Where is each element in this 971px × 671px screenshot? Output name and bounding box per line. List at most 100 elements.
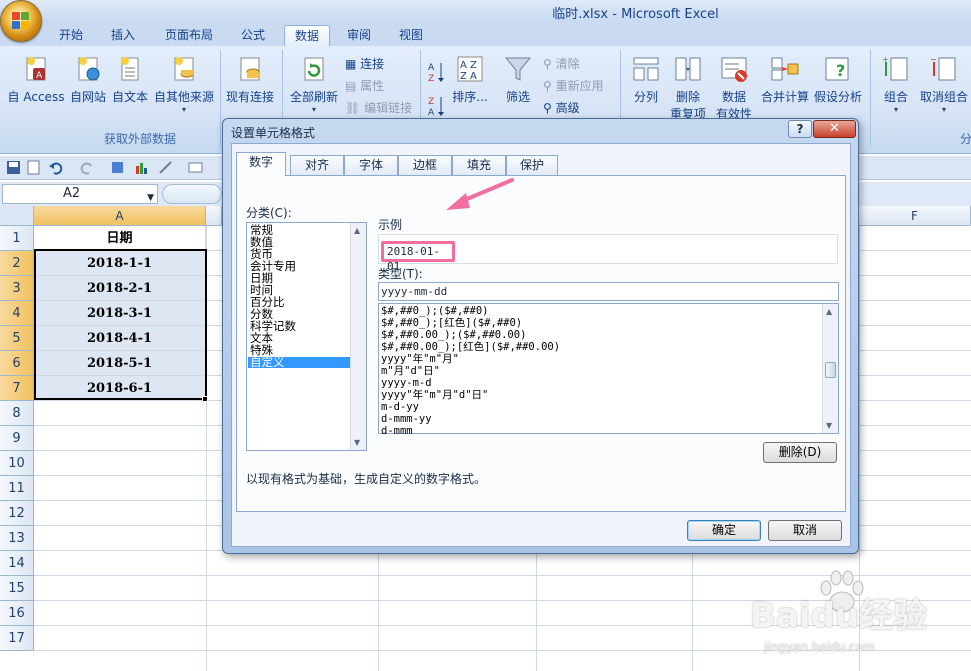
name-box[interactable]: A2 ▼ bbox=[2, 184, 158, 204]
ungroup-button[interactable]: − 取消组合 ▾ bbox=[918, 54, 970, 114]
tab-page-layout[interactable]: 页面布局 bbox=[154, 25, 224, 46]
connections-button[interactable]: ▦ 连接 bbox=[345, 55, 384, 72]
row-header-11[interactable]: 11 bbox=[0, 476, 34, 501]
from-text-button[interactable]: 自文本 bbox=[110, 54, 150, 105]
office-button[interactable] bbox=[0, 0, 42, 42]
row-header-4[interactable]: 4 bbox=[0, 301, 34, 326]
scroll-down-icon[interactable]: ▼ bbox=[354, 438, 360, 447]
undo-icon[interactable] bbox=[48, 160, 63, 175]
remove-duplicates-label-2: 重复项 bbox=[669, 107, 706, 118]
delete-format-button[interactable]: 删除(D) bbox=[763, 442, 837, 463]
group-label: 组合 bbox=[883, 90, 908, 104]
type-scrollbar[interactable]: ▲ ▼ bbox=[822, 304, 838, 433]
remove-duplicates-button[interactable]: 删除 重复项 bbox=[668, 54, 708, 118]
refresh-all-button[interactable]: 全部刷新 ▾ bbox=[287, 54, 341, 114]
filter-button[interactable]: 筛选 bbox=[500, 54, 536, 105]
close-button[interactable]: ✕ bbox=[813, 120, 856, 138]
tab-insert[interactable]: 插入 bbox=[100, 25, 146, 46]
scroll-thumb[interactable] bbox=[825, 362, 836, 378]
redo-icon[interactable] bbox=[80, 160, 95, 175]
what-if-button[interactable]: ? 假设分析 bbox=[812, 54, 864, 105]
column-header-f[interactable]: F bbox=[859, 206, 971, 226]
tab-view[interactable]: 视图 bbox=[388, 25, 434, 46]
save-icon[interactable] bbox=[6, 160, 21, 175]
select-all-corner[interactable] bbox=[0, 206, 34, 226]
row-header-12[interactable]: 12 bbox=[0, 501, 34, 526]
title-bar: 临时.xlsx - Microsoft Excel bbox=[0, 0, 971, 22]
cell-a1[interactable]: 日期 bbox=[34, 226, 206, 251]
row-header-3[interactable]: 3 bbox=[0, 276, 34, 301]
from-text-label: 自文本 bbox=[111, 90, 148, 104]
scroll-up-icon[interactable]: ▲ bbox=[826, 307, 832, 316]
row-header-14[interactable]: 14 bbox=[0, 551, 34, 576]
type-list[interactable]: $#,##0_);($#,##0) $#,##0_);[红色]($#,##0) $#… bbox=[378, 303, 839, 437]
row-header-1[interactable]: 1 bbox=[0, 226, 34, 251]
chart-icon[interactable] bbox=[134, 160, 149, 175]
row-header-5[interactable]: 5 bbox=[0, 326, 34, 351]
row-header-10[interactable]: 10 bbox=[0, 451, 34, 476]
new-document-icon[interactable] bbox=[26, 160, 41, 175]
clear-button[interactable]: ⚲ 清除 bbox=[543, 55, 580, 72]
tab-formulas[interactable]: 公式 bbox=[230, 25, 276, 46]
from-access-button[interactable]: A 自 Access bbox=[6, 54, 66, 105]
scroll-down-icon[interactable]: ▼ bbox=[826, 421, 832, 430]
sample-box: 2018-01-01 bbox=[378, 234, 838, 273]
row-header-2[interactable]: 2 bbox=[0, 251, 34, 276]
tab-protection[interactable]: 保护 bbox=[506, 155, 558, 175]
row-header-17[interactable]: 17 bbox=[0, 626, 34, 651]
type-input[interactable]: yyyy-mm-dd bbox=[378, 282, 839, 301]
tab-fill[interactable]: 填充 bbox=[452, 155, 506, 175]
edit-links-button[interactable]: ⛓ 编辑链接 bbox=[345, 99, 412, 116]
ok-button[interactable]: 确定 bbox=[687, 520, 761, 541]
data-validation-button[interactable]: 数据 有效性 bbox=[712, 54, 756, 118]
row-header-16[interactable]: 16 bbox=[0, 601, 34, 626]
tab-data[interactable]: 数据 bbox=[284, 25, 330, 46]
fill-handle[interactable] bbox=[202, 396, 208, 402]
sort-ascending-button[interactable]: AZ bbox=[428, 60, 446, 86]
cancel-button[interactable]: 取消 bbox=[768, 520, 842, 541]
existing-connections-button[interactable]: 现有连接 bbox=[224, 54, 276, 105]
svg-text:Z A: Z A bbox=[460, 71, 477, 82]
sort-asc-icon: AZ bbox=[428, 63, 444, 84]
category-scrollbar[interactable]: ▲ ▼ bbox=[350, 223, 366, 450]
help-button[interactable]: ? bbox=[788, 120, 812, 138]
formula-bar-handle[interactable] bbox=[162, 184, 222, 204]
sort-descending-button[interactable]: ZA bbox=[428, 94, 446, 121]
properties-button[interactable]: ▤ 属性 bbox=[345, 77, 384, 94]
from-other-sources-button[interactable]: 自其他来源 ▾ bbox=[152, 54, 216, 114]
sort-toolbar-icon[interactable] bbox=[110, 160, 125, 175]
row-header-8[interactable]: 8 bbox=[0, 401, 34, 426]
text-to-columns-button[interactable]: 分列 bbox=[626, 54, 666, 105]
row-header-7[interactable]: 7 bbox=[0, 376, 34, 401]
tab-review[interactable]: 审阅 bbox=[336, 25, 382, 46]
draw-icon[interactable] bbox=[158, 160, 173, 175]
tab-number[interactable]: 数字 bbox=[236, 152, 286, 176]
row-header-9[interactable]: 9 bbox=[0, 426, 34, 451]
tab-alignment[interactable]: 对齐 bbox=[290, 155, 344, 175]
scroll-up-icon[interactable]: ▲ bbox=[354, 226, 360, 235]
consolidate-button[interactable]: 合并计算 bbox=[760, 54, 810, 105]
category-list[interactable]: 常规 数值 货币 会计专用 日期 时间 百分比 分数 科学记数 文本 特殊 自定义 ▲ ▼ bbox=[246, 222, 367, 451]
row-header-15[interactable]: 15 bbox=[0, 576, 34, 601]
form-icon[interactable] bbox=[188, 160, 203, 175]
advanced-button[interactable]: ⚲ 高级 bbox=[543, 99, 580, 116]
name-box-dropdown-icon[interactable]: ▼ bbox=[147, 189, 154, 207]
column-header-a[interactable]: A bbox=[34, 206, 206, 226]
properties-icon: ▤ bbox=[345, 79, 357, 93]
column-header-b[interactable] bbox=[206, 206, 222, 226]
tab-border[interactable]: 边框 bbox=[398, 155, 452, 175]
tab-home[interactable]: 开始 bbox=[48, 25, 94, 46]
type-list-item[interactable]: d-mmm bbox=[381, 426, 413, 438]
from-web-button[interactable]: 自网站 bbox=[68, 54, 108, 105]
category-item[interactable]: 自定义 bbox=[248, 356, 350, 368]
sort-label: 排序... bbox=[452, 90, 488, 104]
access-icon: A bbox=[26, 57, 46, 81]
row-header-6[interactable]: 6 bbox=[0, 351, 34, 376]
svg-text:A Z: A Z bbox=[460, 60, 477, 71]
sort-button[interactable]: A ZZ A 排序... bbox=[450, 54, 490, 105]
row-header-13[interactable]: 13 bbox=[0, 526, 34, 551]
group-button[interactable]: + 组合 ▾ bbox=[878, 54, 914, 114]
tab-font[interactable]: 字体 bbox=[344, 155, 398, 175]
watermark-url: jingyan.baidu.com bbox=[764, 640, 875, 654]
reapply-button[interactable]: ⚲ 重新应用 bbox=[543, 77, 604, 94]
